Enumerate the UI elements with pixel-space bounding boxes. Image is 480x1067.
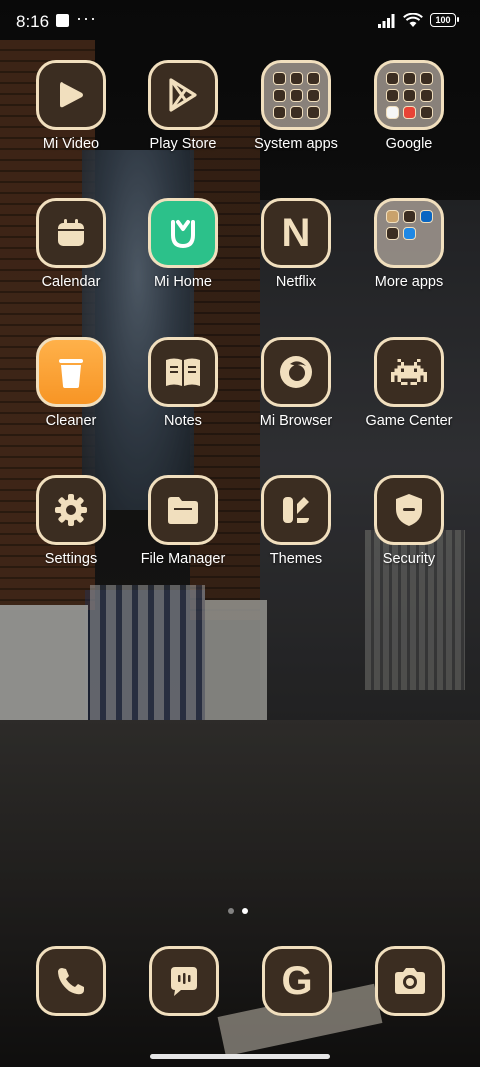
signal-icon <box>378 14 395 28</box>
app-netflix[interactable]: N Netflix <box>240 198 352 290</box>
app-label: More apps <box>374 274 444 290</box>
app-label: Mi Video <box>42 136 100 152</box>
app-settings[interactable]: Settings <box>15 475 127 567</box>
dock-messages[interactable] <box>149 946 219 1016</box>
mini-app-icon <box>419 106 433 119</box>
app-label: Google <box>385 136 433 152</box>
mini-app-icon <box>306 89 320 102</box>
mini-app-icon <box>385 89 399 102</box>
browser-icon <box>261 337 331 407</box>
empty-slot <box>420 227 433 240</box>
app-label: Calendar <box>41 274 101 290</box>
netflix-icon: N <box>261 198 331 268</box>
app-security[interactable]: Security <box>353 475 465 567</box>
app-notes[interactable]: Notes <box>127 337 239 429</box>
gear-icon <box>36 475 106 545</box>
mini-app-icon <box>402 210 416 223</box>
page-indicator <box>228 908 248 914</box>
app-label: Game Center <box>365 413 453 429</box>
folder-icon <box>261 60 331 130</box>
app-label: Notes <box>164 413 202 429</box>
app-calendar[interactable]: Calendar <box>15 198 127 290</box>
mini-app-icon <box>419 72 433 85</box>
mini-app-icon <box>272 89 286 102</box>
themes-icon <box>261 475 331 545</box>
empty-slot <box>403 244 416 257</box>
app-label: Settings <box>44 551 98 567</box>
mini-app-icon <box>385 227 399 240</box>
file-folder-icon <box>148 475 218 545</box>
app-label: Netflix <box>275 274 317 290</box>
app-cleaner[interactable]: Cleaner <box>15 337 127 429</box>
trash-icon <box>36 337 106 407</box>
app-play-store[interactable]: Play Store <box>127 60 239 152</box>
status-bar: 8:16 ··· 100 <box>0 0 480 44</box>
notification-icon <box>56 14 69 27</box>
app-file-manager[interactable]: File Manager <box>127 475 239 567</box>
app-game-center[interactable]: Game Center <box>353 337 465 429</box>
app-themes[interactable]: Themes <box>240 475 352 567</box>
mini-app-icon <box>272 72 286 85</box>
clock: 8:16 <box>16 12 50 31</box>
app-mi-browser[interactable]: Mi Browser <box>240 337 352 429</box>
play-icon <box>36 60 106 130</box>
mini-app-icon <box>289 72 303 85</box>
mini-app-icon <box>419 210 433 223</box>
empty-slot <box>420 244 433 257</box>
app-label: Mi Browser <box>259 413 333 429</box>
folder-system-apps[interactable]: System apps <box>240 60 352 152</box>
mi-home-icon <box>148 198 218 268</box>
battery-icon: 100 <box>430 13 459 27</box>
dock-google[interactable]: G <box>262 946 332 1016</box>
empty-slot <box>386 244 399 257</box>
mini-app-icon <box>306 72 320 85</box>
mini-app-icon <box>402 89 416 102</box>
google-letter: G <box>281 959 313 1003</box>
mini-app-icon <box>289 89 303 102</box>
more-notifications-icon: ··· <box>76 8 97 28</box>
mini-app-icon <box>272 106 286 119</box>
app-label: Security <box>382 551 436 567</box>
page-dot-active[interactable] <box>242 908 248 914</box>
folder-more-apps[interactable]: More apps <box>353 198 465 290</box>
app-label: File Manager <box>140 551 226 567</box>
mini-app-icon <box>419 89 433 102</box>
mini-app-icon <box>385 72 399 85</box>
space-invader-icon <box>374 337 444 407</box>
app-label: System apps <box>254 136 338 152</box>
app-label: Mi Home <box>153 274 212 290</box>
battery-level: 100 <box>435 14 451 25</box>
app-label: Play Store <box>149 136 217 152</box>
book-icon <box>148 337 218 407</box>
mini-app-icon <box>385 210 399 223</box>
wifi-icon <box>403 13 423 27</box>
page-dot[interactable] <box>228 908 234 914</box>
mini-app-icon <box>402 72 416 85</box>
mini-app-icon <box>306 106 320 119</box>
play-store-icon <box>148 60 218 130</box>
folder-icon <box>374 60 444 130</box>
dock-phone[interactable] <box>36 946 106 1016</box>
app-mi-home[interactable]: Mi Home <box>127 198 239 290</box>
mini-app-icon <box>402 106 416 119</box>
netflix-letter: N <box>281 211 311 255</box>
folder-icon <box>374 198 444 268</box>
app-mi-video[interactable]: Mi Video <box>15 60 127 152</box>
messages-icon <box>149 946 219 1016</box>
app-label: Themes <box>269 551 323 567</box>
app-label: Cleaner <box>45 413 97 429</box>
mini-app-icon <box>289 106 303 119</box>
phone-icon <box>36 946 106 1016</box>
google-g-icon: G <box>262 946 332 1016</box>
camera-icon <box>375 946 445 1016</box>
folder-google[interactable]: Google <box>353 60 465 152</box>
gesture-nav-handle[interactable] <box>150 1054 330 1059</box>
calendar-icon <box>36 198 106 268</box>
mini-app-icon <box>385 106 399 119</box>
shield-icon <box>374 475 444 545</box>
dock-camera[interactable] <box>375 946 445 1016</box>
mini-app-icon <box>402 227 416 240</box>
